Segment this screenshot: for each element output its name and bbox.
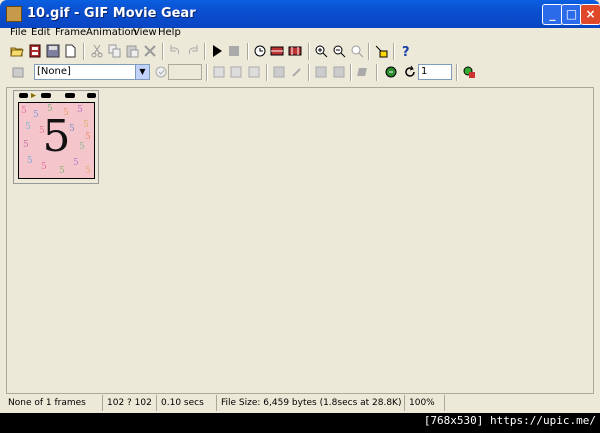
paste-icon xyxy=(126,45,139,58)
toolbar-separator xyxy=(206,64,208,81)
watermark: [768x530] https://upic.me/ xyxy=(423,414,596,427)
toolbar-separator xyxy=(456,64,458,81)
status-frames: None of 1 frames xyxy=(8,398,86,408)
toolbar-separator xyxy=(83,43,85,60)
frame-thumbnail[interactable]: 55555 5555 555 55555 5 xyxy=(18,102,95,179)
frame-prev-icon xyxy=(315,66,327,78)
new-document-icon[interactable] xyxy=(63,44,77,58)
delete-icon xyxy=(144,45,156,57)
status-empty xyxy=(444,395,596,411)
close-button[interactable]: × xyxy=(580,4,600,25)
frame-next-icon xyxy=(333,66,345,78)
zoom-in-icon[interactable] xyxy=(314,44,328,58)
frame-thumbnail-card[interactable]: 55555 5555 555 55555 5 xyxy=(13,90,99,184)
maximize-button[interactable]: □ xyxy=(561,4,582,25)
title-bar[interactable]: 10.gif - GIF Movie Gear _ □ × xyxy=(0,0,600,28)
rotate-icon xyxy=(230,66,242,78)
svg-text:?: ? xyxy=(402,45,410,58)
toolbar-separator xyxy=(266,64,268,81)
cut-icon xyxy=(91,44,103,58)
film-strip-icon[interactable] xyxy=(28,44,42,58)
color-reduce-icon[interactable] xyxy=(462,65,476,79)
loop-count-input[interactable]: 1 xyxy=(418,64,452,80)
undo-icon xyxy=(170,45,180,55)
frame-digit: 5 xyxy=(42,111,71,162)
app-icon[interactable] xyxy=(6,6,22,22)
frame-canvas[interactable]: 55555 5555 555 55555 5 xyxy=(6,87,594,394)
preview-icon[interactable] xyxy=(384,65,398,79)
delay-input xyxy=(168,64,202,80)
toolbar-separator xyxy=(204,43,206,60)
status-dimensions: 102 ? 102 xyxy=(102,395,156,411)
menu-help[interactable]: Help xyxy=(158,27,181,38)
play-icon[interactable] xyxy=(210,44,224,58)
menu-view[interactable]: View xyxy=(133,27,157,38)
menu-file[interactable]: File xyxy=(10,27,27,38)
transparency-select-value: [None] xyxy=(37,66,71,77)
crop-icon xyxy=(213,66,225,78)
toolbar-separator xyxy=(247,43,249,60)
status-bar: None of 1 frames 102 ? 102 0.10 secs Fil… xyxy=(4,394,596,411)
app-window: 10.gif - GIF Movie Gear _ □ × File Edit … xyxy=(0,0,600,413)
svg-text:5: 5 xyxy=(41,162,47,172)
eyedropper-icon xyxy=(292,68,301,77)
menu-frame[interactable]: Frame xyxy=(55,27,86,38)
toolbar-separator xyxy=(308,43,310,60)
status-zoom: 100% xyxy=(404,395,444,411)
properties-icon xyxy=(12,67,24,78)
status-file-size: File Size: 6,459 bytes (1.8secs at 28.8K… xyxy=(216,395,404,411)
toolbar-separator xyxy=(368,43,370,60)
window-title: 10.gif - GIF Movie Gear xyxy=(27,6,196,21)
status-delay: 0.10 secs xyxy=(156,395,216,411)
toolbar-separator xyxy=(350,64,352,81)
minimize-button[interactable]: _ xyxy=(542,4,563,25)
frame-toolbar: [None] ▼ 1 xyxy=(4,63,596,83)
toolbar-separator xyxy=(162,43,164,60)
zoom-reset-icon xyxy=(351,45,364,58)
delay-icon xyxy=(155,66,167,78)
info-icon[interactable] xyxy=(374,44,388,58)
toolbar-separator xyxy=(376,64,378,81)
redo-icon xyxy=(188,45,198,55)
zoom-out-icon[interactable] xyxy=(332,44,346,58)
flip-icon xyxy=(248,66,260,78)
loop-icon[interactable] xyxy=(403,65,417,79)
stop-icon xyxy=(229,46,239,56)
copy-icon xyxy=(108,44,121,58)
transparency-select[interactable]: [None] ▼ xyxy=(34,64,150,80)
optimize-icon[interactable] xyxy=(288,44,302,58)
chevron-down-icon[interactable]: ▼ xyxy=(135,65,149,79)
svg-text:5: 5 xyxy=(59,166,65,176)
svg-text:5: 5 xyxy=(85,166,91,176)
open-folder-icon[interactable] xyxy=(10,44,24,58)
toolbar-separator xyxy=(393,43,395,60)
toolbar-separator xyxy=(308,64,310,81)
save-icon[interactable] xyxy=(46,44,60,58)
frame-strip xyxy=(17,93,96,98)
menu-animation[interactable]: Animation xyxy=(86,27,137,38)
menu-edit[interactable]: Edit xyxy=(31,27,50,38)
menu-bar: File Edit Frame Animation View Help xyxy=(4,27,596,41)
help-icon[interactable]: ? xyxy=(399,44,413,58)
shape-icon xyxy=(357,68,367,76)
main-toolbar: ? xyxy=(4,42,596,62)
frames-icon[interactable] xyxy=(270,44,284,58)
palette-icon xyxy=(273,66,285,78)
timer-icon[interactable] xyxy=(253,44,267,58)
